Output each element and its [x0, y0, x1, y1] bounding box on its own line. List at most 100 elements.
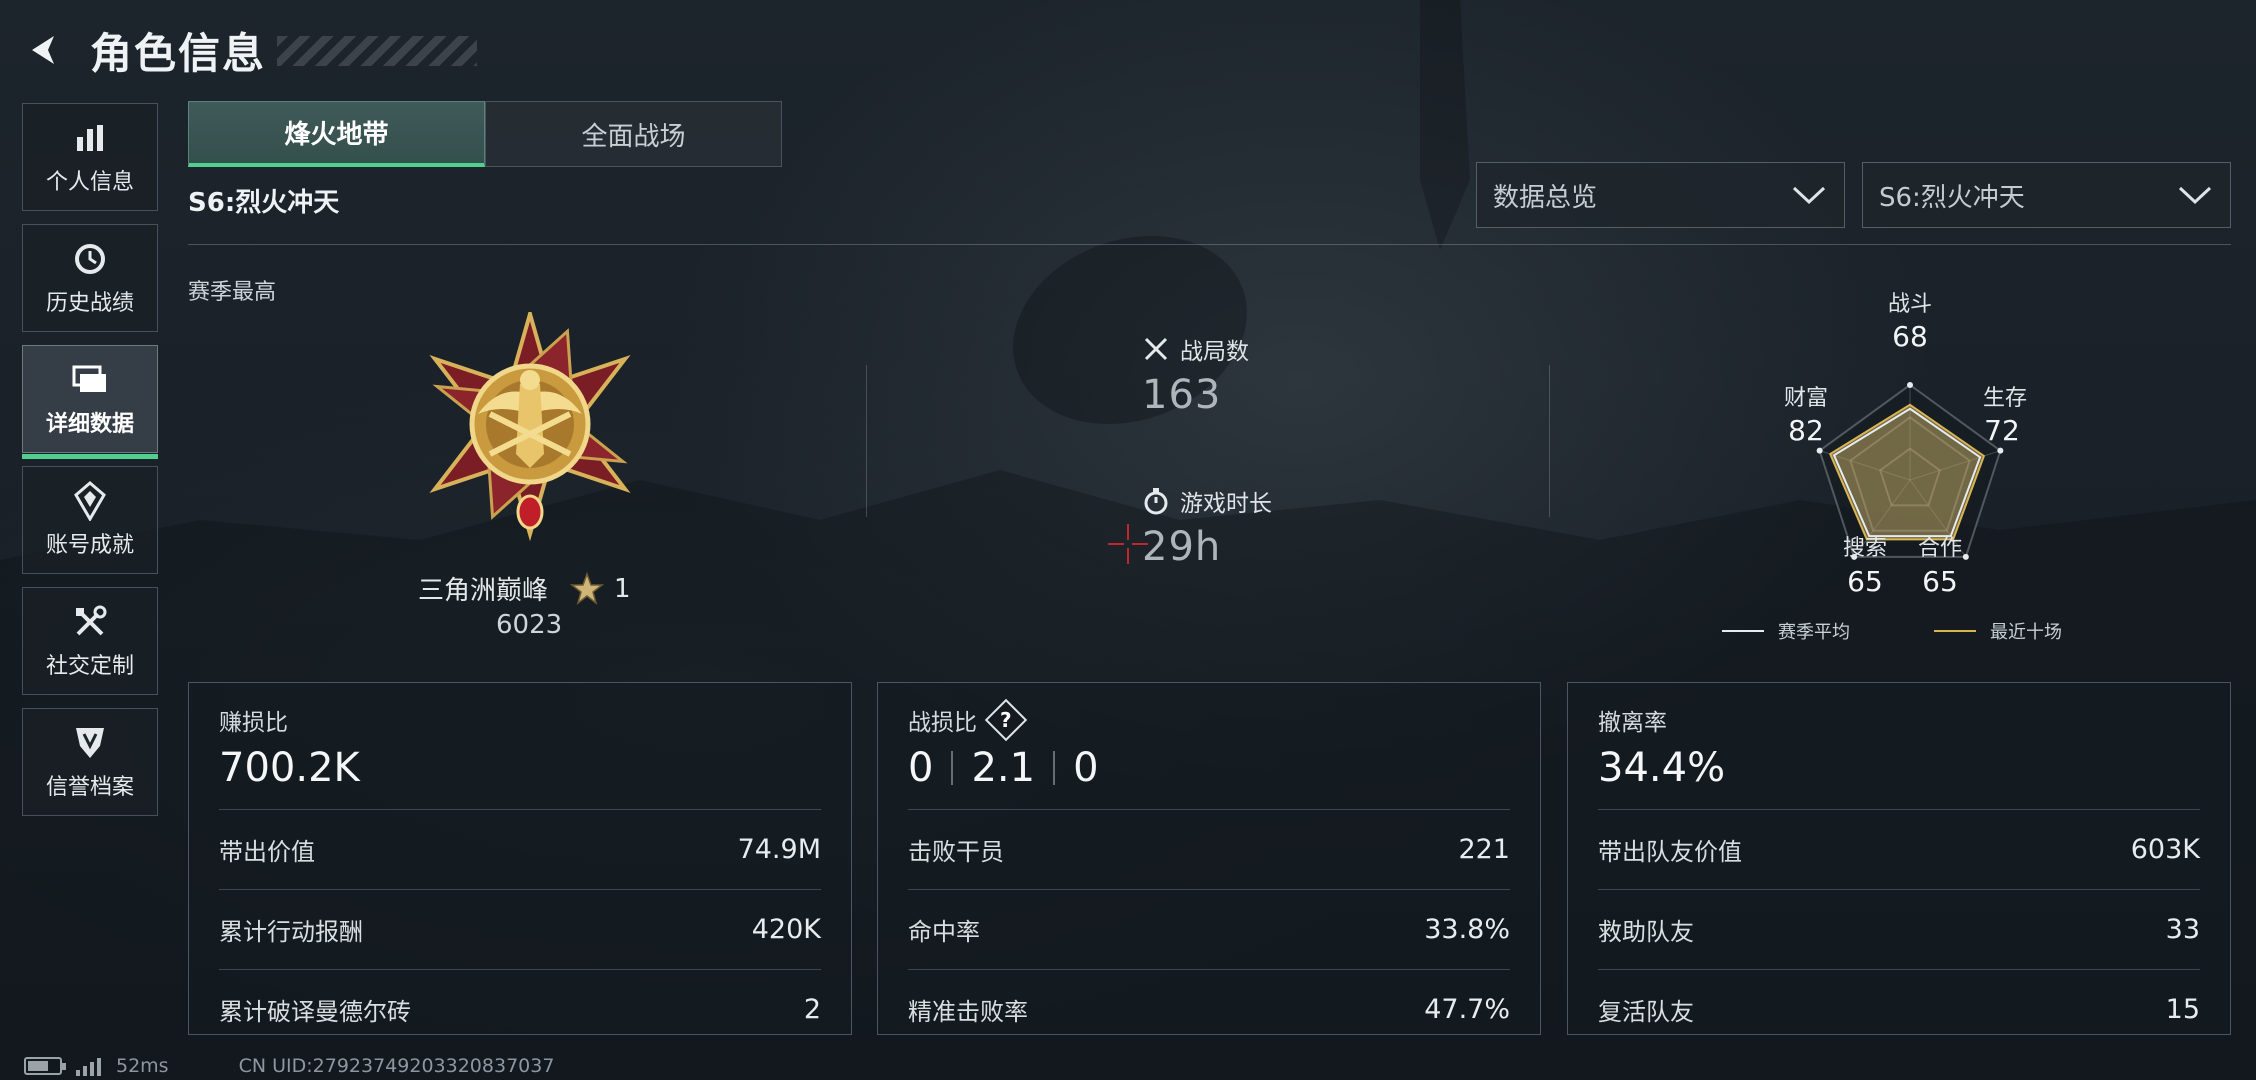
profit-card: 赚损比 700.2K 带出价值 74.9M 累计行动报酬 420K 累计破译曼德尔砖… [188, 682, 852, 1035]
stat-row: 累计行动报酬 420K [219, 889, 821, 969]
row-value: 221 [1458, 834, 1510, 865]
radar-vertex [1907, 382, 1913, 388]
tools-icon [70, 602, 110, 642]
rank-medal-icon [429, 312, 631, 542]
tab-full-battlefield[interactable]: 全面战场 [485, 101, 782, 167]
kd-values: 0 2.1 0 [908, 741, 1510, 795]
tab-hazard-zone[interactable]: 烽火地带 [188, 101, 485, 167]
row-label: 累计行动报酬 [219, 918, 363, 946]
mode-tabs: 烽火地带 全面战场 [188, 101, 782, 167]
radar-vertex [1997, 447, 2004, 454]
history-icon [70, 239, 110, 279]
battery-icon [24, 1057, 66, 1075]
sidebar-item-label: 社交定制 [45, 654, 134, 679]
sidebar-item-social[interactable]: 社交定制 [22, 587, 158, 695]
uid-text: CN UID:27923749203320837037 [238, 1055, 555, 1077]
matches-value: 163 [1142, 372, 1222, 418]
stat-row: 带出队友价值 603K [1598, 809, 2200, 889]
radar-axis-value: 68 [1892, 320, 1928, 353]
season-high-heading: 赛季最高 [188, 280, 277, 305]
ping-value: 52ms [116, 1055, 169, 1077]
sidebar-item-label: 个人信息 [45, 170, 134, 195]
kd-value: 0 [1073, 745, 1099, 791]
chevron-down-icon [1792, 186, 1826, 205]
row-label: 精准击败率 [908, 998, 1028, 1026]
legend-line [1722, 630, 1764, 632]
row-label: 击败干员 [908, 838, 1004, 866]
kd-value: 2.1 [971, 745, 1036, 791]
radar-axis-label: 搜索 [1842, 536, 1887, 561]
row-value: 74.9M [737, 834, 821, 865]
card-title: 撤离率 [1598, 710, 1667, 736]
combat-card: 战损比 ? 0 2.1 0 击败干员 221 命中率 33.8% 精准击败率 47.7… [877, 682, 1541, 1035]
radar-axis-label: 财富 [1783, 386, 1828, 411]
row-label: 命中率 [908, 918, 980, 946]
star-icon [570, 571, 605, 605]
sidebar: 个人信息 历史战绩 详细数据 账号成就 社交定制 信誉档案 [22, 103, 158, 829]
radar-axis-label: 合作 [1917, 536, 1962, 561]
sidebar-item-label: 信誉档案 [45, 775, 134, 800]
radar-axis-value: 65 [1847, 565, 1883, 598]
chevron-down-icon [2178, 186, 2212, 205]
stat-row: 救助队友 33 [1598, 889, 2200, 969]
page-header: 角色信息 [22, 22, 477, 78]
rank-name: 三角洲巅峰 [418, 576, 549, 606]
row-value: 603K [2130, 834, 2200, 865]
stacked-cards-icon [70, 360, 110, 400]
row-label: 累计破译曼德尔砖 [219, 998, 411, 1026]
radar-axis-label: 生存 [1982, 386, 2027, 411]
legend-label: 最近十场 [1990, 622, 2062, 643]
row-value: 2 [803, 994, 821, 1025]
row-value: 47.7% [1424, 994, 1510, 1025]
sidebar-item-detailed-data[interactable]: 详细数据 [22, 345, 158, 459]
vertical-divider [1549, 365, 1550, 517]
extraction-rate-value: 34.4% [1598, 745, 1726, 791]
rank-row: 三角洲巅峰 1 [418, 570, 631, 607]
card-title: 赚损比 [219, 710, 288, 736]
profit-ratio-value: 700.2K [219, 745, 360, 791]
season-dropdown[interactable]: S6:烈火冲天 [1862, 162, 2231, 228]
view-dropdown[interactable]: 数据总览 [1476, 162, 1845, 228]
row-value: 420K [751, 914, 821, 945]
status-footer: 52ms CN UID:27923749203320837037 [24, 1055, 554, 1077]
back-arrow-icon [32, 36, 54, 64]
radar-vertex [1816, 447, 1823, 454]
radar-axis-value: 82 [1788, 414, 1824, 447]
stopwatch-icon [1142, 487, 1170, 515]
matches-label: 战局数 [1180, 339, 1249, 365]
rank-stars: 1 [614, 573, 631, 604]
bar-chart-icon [70, 118, 110, 158]
sidebar-item-history[interactable]: 历史战绩 [22, 224, 158, 332]
card-title: 战损比 [908, 710, 977, 736]
stat-row: 击败干员 221 [908, 809, 1510, 889]
radar-axis-value: 65 [1922, 565, 1958, 598]
row-label: 救助队友 [1598, 918, 1694, 946]
playtime-stat: 游戏时长 29h [1142, 484, 1272, 570]
playtime-value: 29h [1142, 524, 1222, 570]
stat-row: 复活队友 15 [1598, 969, 2200, 1049]
view-dropdown-value: 数据总览 [1493, 182, 1598, 213]
sidebar-item-reputation[interactable]: 信誉档案 [22, 708, 158, 816]
row-label: 复活队友 [1598, 998, 1694, 1026]
legend-line [1934, 630, 1976, 632]
sidebar-item-achievements[interactable]: 账号成就 [22, 466, 158, 574]
title-decoration [277, 36, 477, 66]
sidebar-item-label: 历史战绩 [45, 291, 134, 316]
playtime-label: 游戏时长 [1180, 491, 1272, 517]
legend-season-avg: 赛季平均 [1722, 618, 1850, 644]
achievement-icon [70, 481, 110, 521]
help-icon[interactable]: ? [984, 698, 1028, 742]
kd-separator [951, 751, 954, 785]
sidebar-item-label: 详细数据 [45, 412, 134, 437]
row-value: 15 [2165, 994, 2200, 1025]
back-button[interactable] [22, 28, 66, 72]
stat-row: 命中率 33.8% [908, 889, 1510, 969]
row-value: 33 [2165, 914, 2200, 945]
shield-badge-icon [70, 723, 110, 763]
sidebar-item-personal-info[interactable]: 个人信息 [22, 103, 158, 211]
stat-row: 累计破译曼德尔砖 2 [219, 969, 821, 1049]
vertical-divider [866, 365, 867, 517]
section-divider [188, 244, 2231, 245]
kd-value: 0 [908, 745, 934, 791]
crosshair-icon [1108, 524, 1148, 564]
